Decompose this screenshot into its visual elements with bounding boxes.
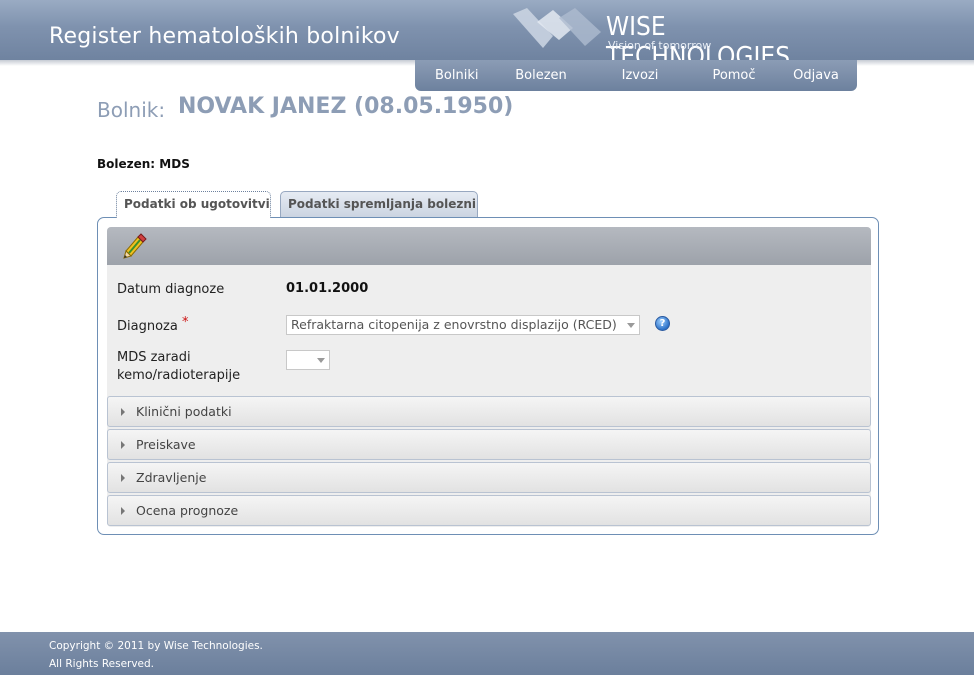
section-preiskave[interactable]: Preiskave <box>107 429 871 460</box>
nav-item-bolniki[interactable]: Bolniki <box>435 60 478 91</box>
diagnosis-date-value: 01.01.2000 <box>286 281 369 296</box>
mds-therapy-select[interactable] <box>286 350 330 370</box>
mds-label-line2: kemo/radioterapije <box>117 368 241 383</box>
disease-title: Bolezen: MDS <box>97 157 190 171</box>
nav-item-bolezen[interactable]: Bolezen <box>515 60 567 91</box>
triangle-right-icon <box>121 408 125 416</box>
required-marker: * <box>181 315 189 330</box>
app-title: Register hematoloških bolnikov <box>49 24 400 49</box>
patient-label: Bolnik: <box>97 98 166 122</box>
chevron-down-icon <box>317 358 325 363</box>
diagnosis-date-label: Datum diagnoze <box>117 282 225 297</box>
mds-label: MDS zaradi kemo/radioterapije <box>117 349 240 385</box>
tab-panel: Datum diagnoze 01.01.2000 Diagnoza * Ref… <box>97 217 879 535</box>
chevron-down-icon <box>627 323 635 328</box>
section-klinicni-podatki[interactable]: Klinični podatki <box>107 396 871 427</box>
triangle-right-icon <box>121 441 125 449</box>
main-nav: Bolniki Bolezen Izvozi CSV Pomoč Odjava <box>415 60 857 114</box>
section-label: Preiskave <box>136 437 196 452</box>
section-label: Zdravljenje <box>136 470 207 485</box>
patient-name: NOVAK JANEZ (08.05.1950) <box>178 94 514 119</box>
diagnosis-label-row: Diagnoza * <box>117 315 189 336</box>
mds-label-line1: MDS zaradi <box>117 350 191 365</box>
logo-tagline: Vision of tomorrow <box>608 39 712 52</box>
triangle-right-icon <box>121 474 125 482</box>
logo-mark-icon <box>513 8 601 48</box>
diagnosis-select-value: Refraktarna citopenija z enovrstno displ… <box>291 317 617 332</box>
footer-rights: All Rights Reserved. <box>49 658 155 670</box>
nav-item-odjava[interactable]: Odjava <box>793 60 839 91</box>
tab-podatki-ob-ugotovitvi[interactable]: Podatki ob ugotovitvi <box>116 191 271 218</box>
footer: Copyright © 2011 by Wise Technologies. A… <box>0 632 974 675</box>
section-label: Klinični podatki <box>136 404 232 419</box>
section-zdravljenje[interactable]: Zdravljenje <box>107 462 871 493</box>
diagnosis-select[interactable]: Refraktarna citopenija z enovrstno displ… <box>286 315 640 335</box>
nav-item-pomoc[interactable]: Pomoč <box>712 60 756 91</box>
triangle-right-icon <box>121 507 125 515</box>
section-label: Ocena prognoze <box>136 503 239 518</box>
pencil-icon[interactable] <box>120 232 148 260</box>
nav-item-izvozi-csv[interactable]: Izvozi CSV <box>607 60 673 114</box>
help-icon[interactable]: ? <box>655 316 670 331</box>
tab-podatki-spremljanja-bolezni[interactable]: Podatki spremljanja bolezni <box>280 191 478 218</box>
header-bar: Register hematoloških bolnikov WISE TECH… <box>0 0 974 72</box>
section-ocena-prognoze[interactable]: Ocena prognoze <box>107 495 871 526</box>
diagnosis-label: Diagnoza <box>117 319 178 334</box>
footer-copyright: Copyright © 2011 by Wise Technologies. <box>49 640 263 652</box>
form-container: Datum diagnoze 01.01.2000 Diagnoza * Ref… <box>107 227 871 527</box>
form-toolbar <box>107 227 871 265</box>
company-logo[interactable]: WISE TECHNOLOGIES Vision of tomorrow <box>513 6 833 72</box>
